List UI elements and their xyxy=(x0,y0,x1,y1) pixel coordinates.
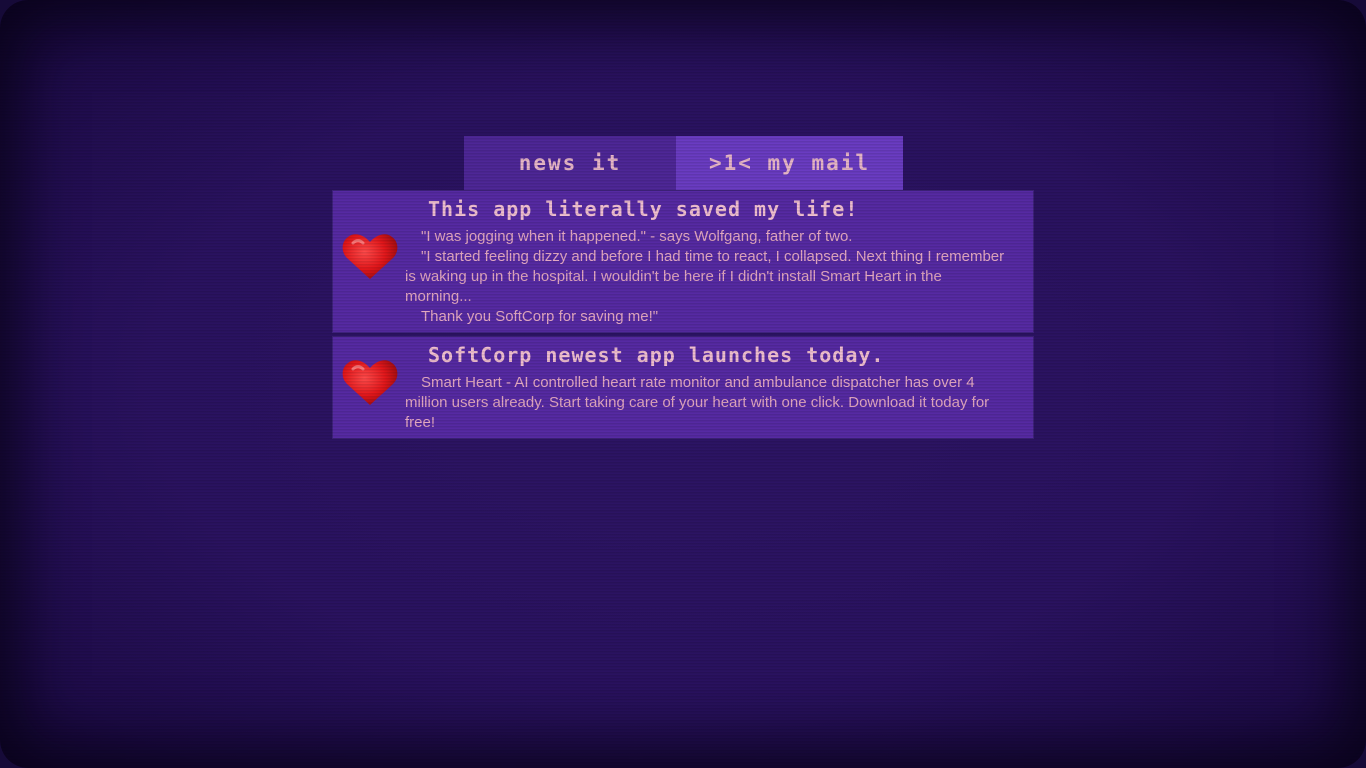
article-paragraph: "I was jogging when it happened." - says… xyxy=(421,228,853,245)
heart-icon xyxy=(341,357,399,407)
article-body: "I was jogging when it happened." - says… xyxy=(405,227,1005,327)
article-title: SoftCorp newest app launches today. xyxy=(428,343,885,367)
news-article[interactable]: SoftCorp newest app launches today. Smar… xyxy=(333,337,1033,438)
article-paragraph: Smart Heart - AI controlled heart rate m… xyxy=(405,374,990,431)
heart-icon xyxy=(341,231,399,281)
article-body: Smart Heart - AI controlled heart rate m… xyxy=(405,373,1005,433)
tab-news[interactable]: news it xyxy=(464,136,676,190)
tab-my-mail[interactable]: >1< my mail xyxy=(676,136,903,190)
app-screen: news it >1< my mail This app literally s… xyxy=(0,0,1366,768)
news-article[interactable]: This app literally saved my life! "I was… xyxy=(333,191,1033,332)
article-paragraph: Thank you SoftCorp for saving me!" xyxy=(421,308,659,325)
article-paragraph: "I started feeling dizzy and before I ha… xyxy=(405,248,1005,305)
article-title: This app literally saved my life! xyxy=(428,197,859,221)
